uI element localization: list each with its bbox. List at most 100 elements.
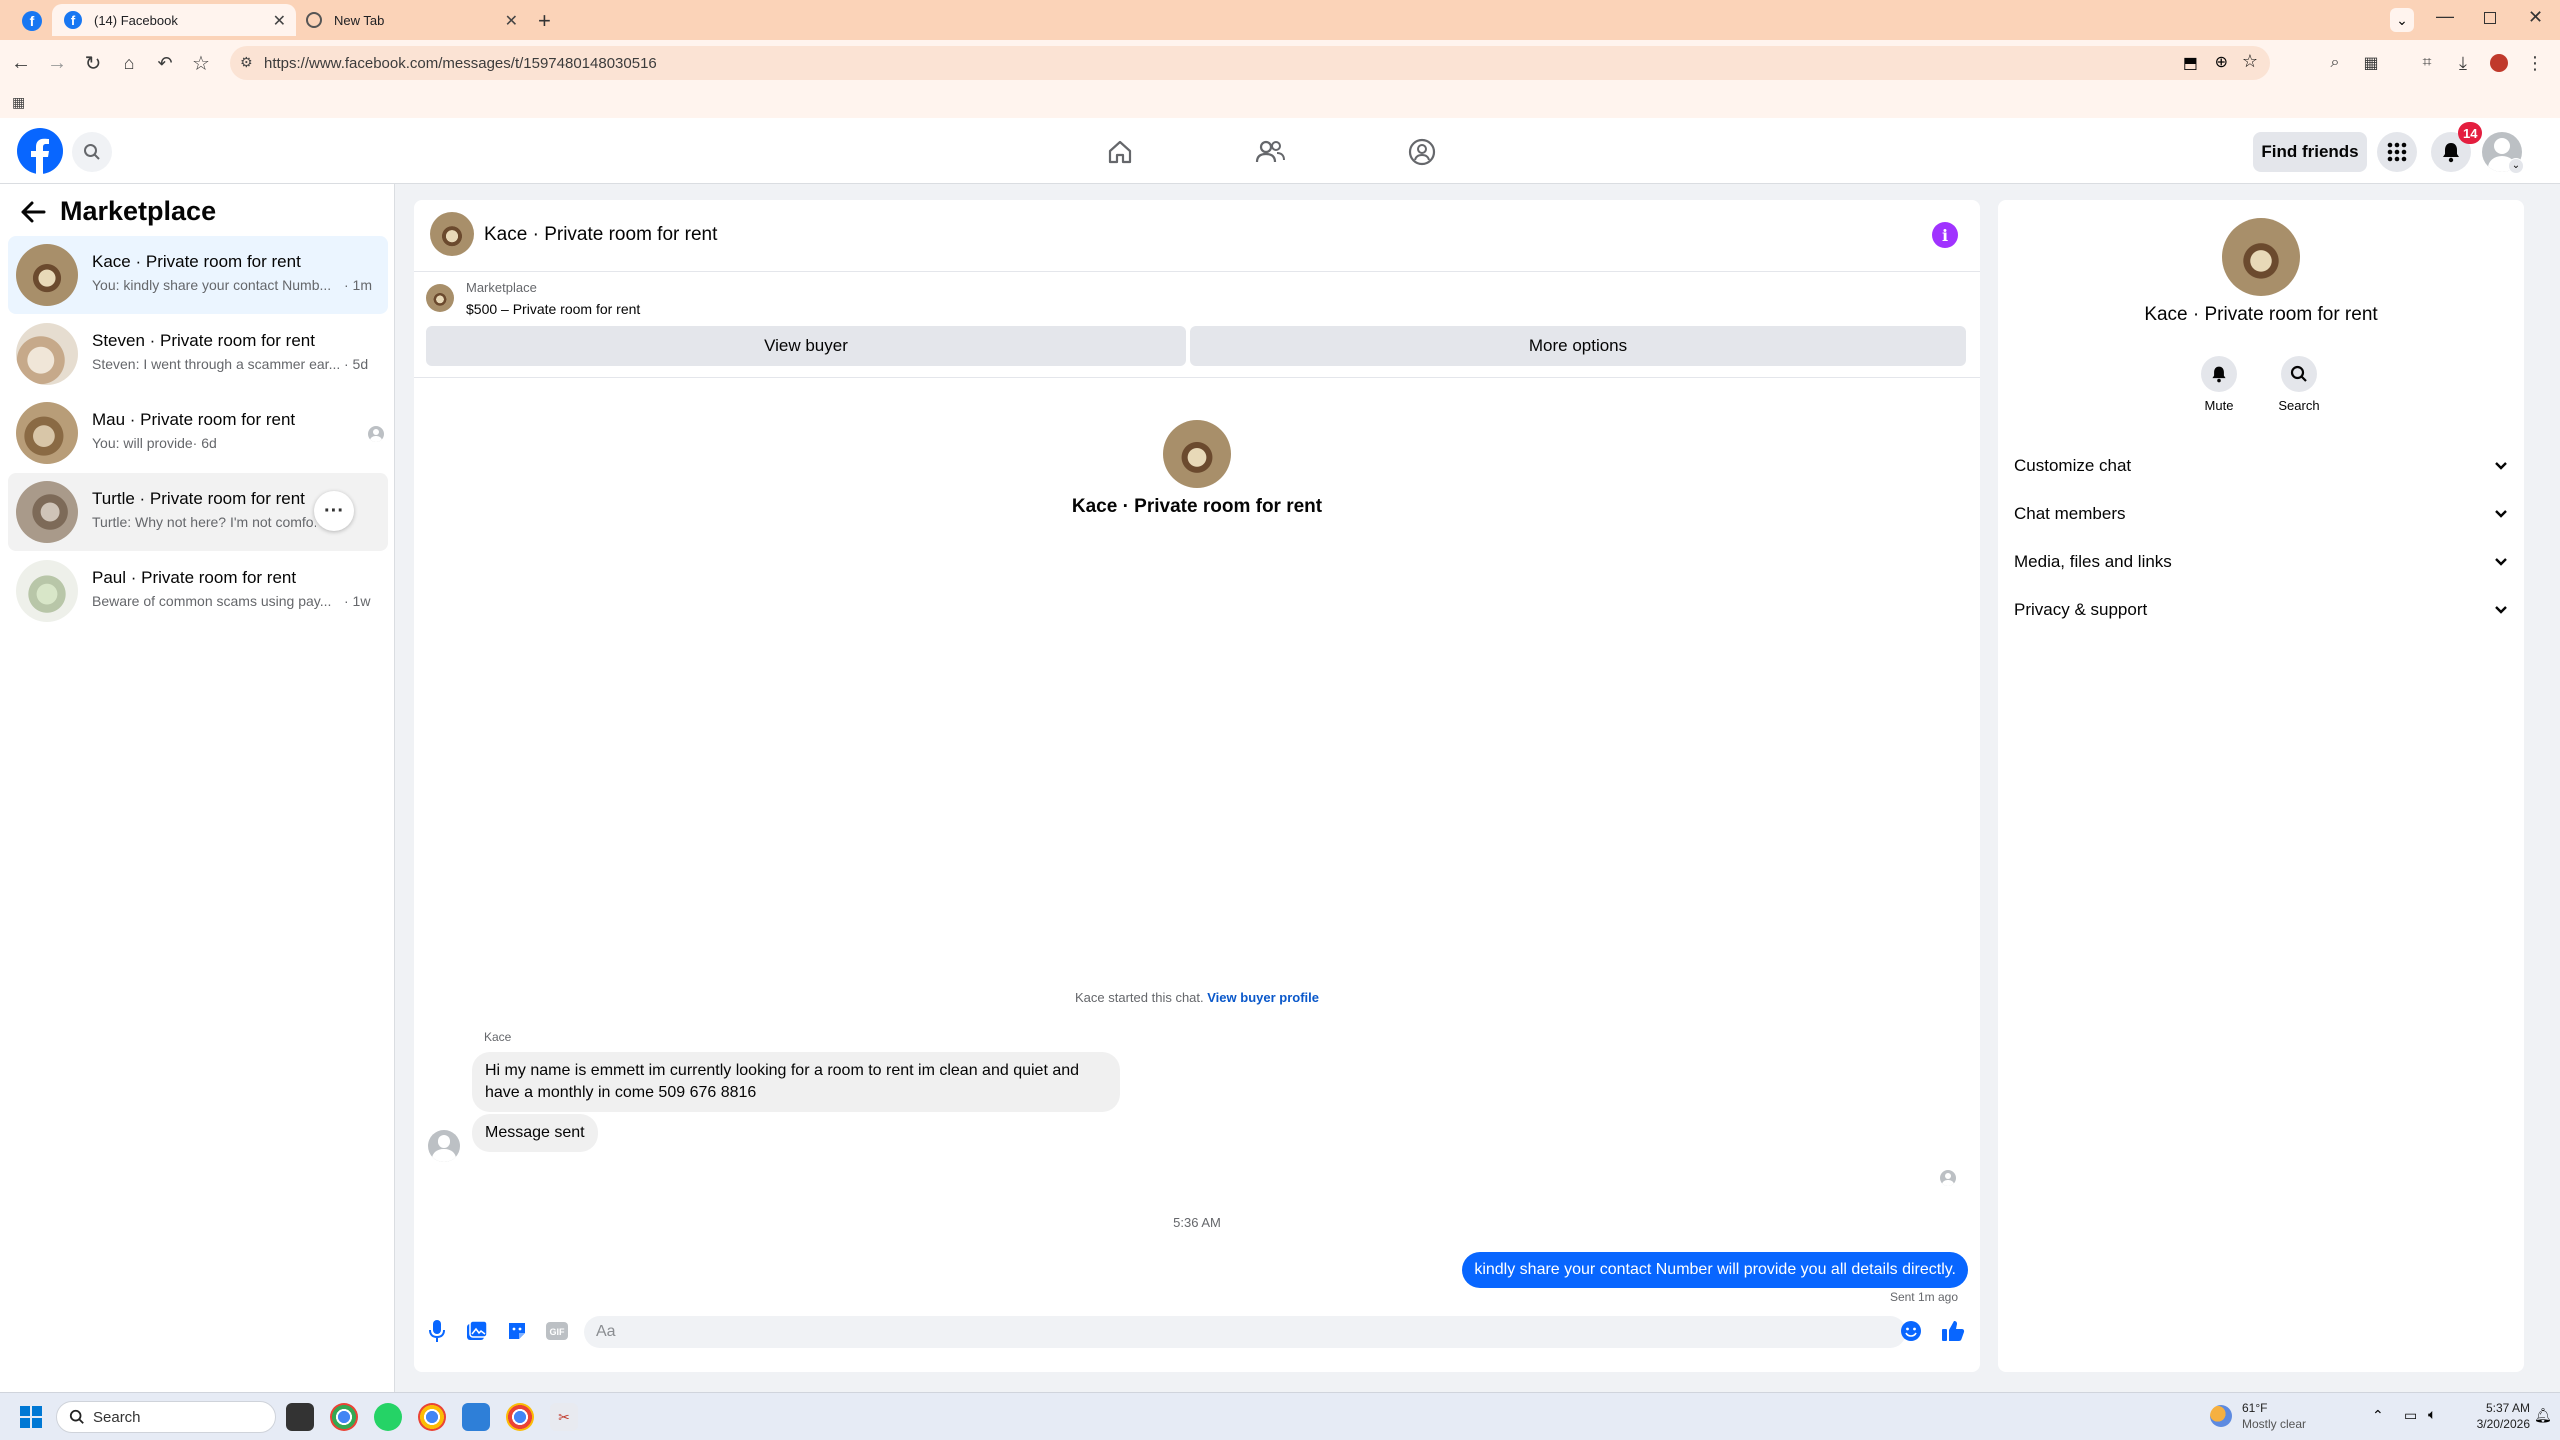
conversation-preview: Steven: I went through a scammer ear... xyxy=(92,356,341,372)
new-tab-button[interactable]: + xyxy=(538,8,551,34)
undo-icon[interactable]: ↶ xyxy=(154,52,176,74)
mute-button[interactable]: Mute xyxy=(2179,356,2259,413)
windows-start-icon[interactable] xyxy=(20,1406,42,1428)
notification-center-icon[interactable]: 🔔︎ xyxy=(2534,1407,2552,1424)
view-buyer-profile-link[interactable]: View buyer profile xyxy=(1207,990,1319,1005)
section-chat-members[interactable]: Chat members xyxy=(2014,492,2508,536)
conversation-preview: Turtle: Why not here? I'm not comfo... xyxy=(92,514,316,530)
download-icon[interactable]: ⤓ xyxy=(2452,52,2474,74)
conversation-name: Kace · Private room for rent xyxy=(92,252,301,271)
tab-facebook[interactable]: f (14) Facebook ✕ xyxy=(52,4,296,36)
file-explorer-icon[interactable] xyxy=(286,1403,314,1431)
tab-search-icon[interactable]: ⌄ xyxy=(2390,8,2414,32)
taskbar: Search ✂ 61°F Mostly clear ⌃ ▭ 🔈︎ 5:37 A… xyxy=(0,1392,2560,1440)
extensions-icon[interactable]: ▦ xyxy=(2360,52,2382,74)
facebook-logo[interactable] xyxy=(17,128,63,174)
like-icon[interactable] xyxy=(1940,1318,1966,1344)
details-avatar[interactable] xyxy=(2222,218,2300,296)
site-info-icon[interactable]: ⚙ xyxy=(240,54,253,71)
outgoing-message[interactable]: kindly share your contact Number will pr… xyxy=(1462,1252,1968,1288)
browser-app-icon[interactable]: f xyxy=(22,11,42,31)
section-media-files-links[interactable]: Media, files and links xyxy=(2014,540,2508,584)
account-chevron-icon[interactable]: ⌄ xyxy=(2508,158,2524,174)
gif-icon[interactable]: GIF xyxy=(544,1318,570,1344)
conversation-name: Mau · Private room for rent xyxy=(92,410,296,429)
emoji-icon[interactable] xyxy=(1898,1318,1924,1344)
intro-avatar[interactable] xyxy=(1163,420,1231,488)
close-icon[interactable]: ✕ xyxy=(505,11,518,31)
forward-icon[interactable]: → xyxy=(46,52,68,74)
close-icon[interactable]: ✕ xyxy=(273,11,286,31)
friends-nav-icon[interactable] xyxy=(1254,136,1286,168)
tray-chevron-icon[interactable]: ⌃ xyxy=(2372,1407,2384,1424)
chrome-active-icon[interactable] xyxy=(506,1403,534,1431)
incoming-message[interactable]: Hi my name is emmett im currently lookin… xyxy=(472,1052,1120,1112)
menu-grid-icon[interactable] xyxy=(2377,132,2417,172)
taskbar-search[interactable]: Search xyxy=(56,1401,276,1433)
bookmark-star-icon[interactable]: ☆ xyxy=(2242,51,2258,72)
conversation-item[interactable]: Kace · Private room for rent You: kindly… xyxy=(8,236,388,314)
crop-icon[interactable]: ⌗ xyxy=(2416,52,2438,74)
groups-nav-icon[interactable] xyxy=(1406,136,1438,168)
apps-grid-icon[interactable]: ▦ xyxy=(12,94,25,111)
info-icon[interactable]: i xyxy=(1932,222,1958,248)
tab-new-tab[interactable]: New Tab ✕ xyxy=(298,4,528,36)
more-options-icon[interactable]: ··· xyxy=(314,491,354,531)
chat-title[interactable]: Kace · Private room for rent xyxy=(484,224,717,246)
conversation-item[interactable]: Mau · Private room for rent You: will pr… xyxy=(8,394,388,472)
search-tab-icon[interactable]: ⌕ xyxy=(2324,52,2346,74)
address-bar[interactable]: ⚙ https://www.facebook.com/messages/t/15… xyxy=(230,46,2270,80)
listing-title[interactable]: $500 – Private room for rent xyxy=(466,301,640,317)
reload-icon[interactable]: ↻ xyxy=(82,52,104,75)
section-privacy-support[interactable]: Privacy & support xyxy=(2014,588,2508,632)
conversation-item[interactable]: Paul · Private room for rent Beware of c… xyxy=(8,552,388,630)
star-icon[interactable]: ☆ xyxy=(190,52,212,75)
microphone-icon[interactable] xyxy=(424,1318,450,1344)
home-icon[interactable]: ⌂ xyxy=(118,52,140,74)
globe-icon xyxy=(306,12,322,28)
back-icon[interactable]: ← xyxy=(10,52,32,74)
conversation-item[interactable]: Turtle · Private room for rent Turtle: W… xyxy=(8,473,388,551)
close-window-icon[interactable]: ✕ xyxy=(2528,7,2543,28)
search-icon[interactable] xyxy=(72,132,112,172)
chat-avatar[interactable] xyxy=(430,212,474,256)
back-arrow-icon[interactable] xyxy=(20,200,46,224)
home-nav-icon[interactable] xyxy=(1104,136,1136,168)
volume-icon[interactable]: 🔈︎ xyxy=(2428,1406,2436,1423)
more-options-button[interactable]: More options xyxy=(1190,326,1966,366)
listing-thumbnail[interactable] xyxy=(426,284,454,312)
whatsapp-icon[interactable] xyxy=(374,1403,402,1431)
sender-avatar[interactable] xyxy=(428,1130,460,1162)
profile-icon[interactable] xyxy=(2488,52,2510,74)
minimize-icon[interactable]: — xyxy=(2436,6,2454,27)
search-conversation-button[interactable]: Search xyxy=(2259,356,2339,413)
section-customize-chat[interactable]: Customize chat xyxy=(2014,444,2508,488)
restore-icon[interactable] xyxy=(2484,12,2496,24)
sticker-icon[interactable] xyxy=(504,1318,530,1344)
weather-icon[interactable] xyxy=(2210,1405,2232,1427)
photo-icon[interactable] xyxy=(464,1318,490,1344)
conversation-thumbnail xyxy=(16,560,78,622)
conversation-item[interactable]: Steven · Private room for rent Steven: I… xyxy=(8,315,388,393)
facebook-header: Find friends ⌄ xyxy=(0,118,2560,184)
chevron-down-icon xyxy=(2494,461,2508,471)
network-icon[interactable]: ▭ xyxy=(2404,1407,2417,1424)
snipping-tool-icon[interactable]: ✂ xyxy=(550,1403,578,1431)
clock-time[interactable]: 5:37 AM xyxy=(2466,1401,2530,1415)
install-icon[interactable]: ⬒ xyxy=(2183,53,2198,73)
incoming-message[interactable]: Message sent xyxy=(472,1114,598,1152)
listing-banner: Marketplace $500 – Private room for rent… xyxy=(414,272,1980,378)
chrome-profile-icon[interactable] xyxy=(418,1403,446,1431)
browser-tab-bar: f f (14) Facebook ✕ New Tab ✕ + ⌄ — ✕ xyxy=(0,0,2560,40)
notepad-icon[interactable] xyxy=(462,1403,490,1431)
clock-date[interactable]: 3/20/2026 xyxy=(2466,1417,2530,1431)
find-friends-button[interactable]: Find friends xyxy=(2253,132,2367,172)
seen-avatar xyxy=(1940,1170,1956,1186)
message-input[interactable]: Aa xyxy=(584,1316,1906,1348)
menu-icon[interactable]: ⋮ xyxy=(2524,52,2546,74)
chrome-icon[interactable] xyxy=(330,1403,358,1431)
weather-desc: Mostly clear xyxy=(2242,1417,2307,1431)
view-buyer-button[interactable]: View buyer xyxy=(426,326,1186,366)
zoom-icon[interactable]: ⊕ xyxy=(2215,52,2228,72)
section-label: Customize chat xyxy=(2014,456,2132,475)
